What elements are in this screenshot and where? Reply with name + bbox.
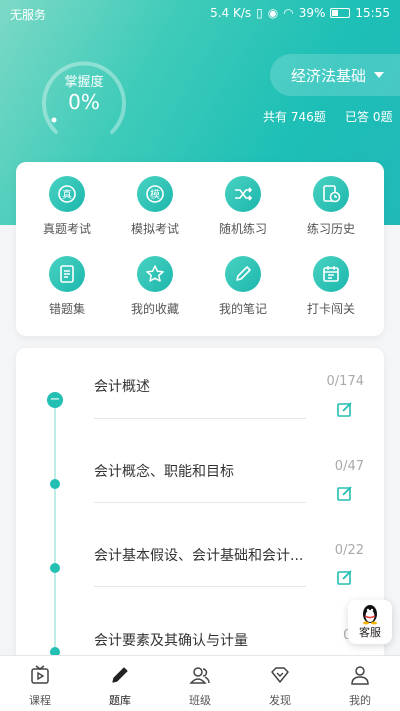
grid-item-favorites[interactable]: 我的收藏 [110,256,200,317]
bottom-tab-bar: 课程 题库 班级 发现 我的 [0,655,400,711]
qq-penguin-icon [363,605,377,625]
grid-label: 我的笔记 [218,302,267,316]
tab-label: 我的 [349,694,371,707]
tab-course[interactable]: 课程 [0,656,80,711]
calendar-icon [313,256,349,292]
timeline-line [54,400,56,668]
tab-label: 题库 [109,694,131,707]
grid-label: 随机练习 [218,222,267,236]
star-icon [137,256,173,292]
grid-item-random-practice[interactable]: 随机练习 [198,176,288,237]
grid-label: 打卡闯关 [306,302,355,316]
group-icon [189,667,210,684]
grid-item-checkin[interactable]: 打卡闯关 [286,256,376,317]
grid-item-practice-history[interactable]: 练习历史 [286,176,376,237]
status-bar: 无服务 5.4 K/s ▯ ◉ ◠ 39% 15:55 [0,0,400,28]
service-label: 客服 [359,626,381,639]
grid-label: 我的收藏 [130,302,179,316]
divider [94,418,306,419]
timeline-node [50,479,60,489]
mastery-label: 掌握度 [64,75,104,90]
tab-label: 班级 [189,694,211,707]
edit-icon[interactable] [336,568,354,586]
battery-icon [330,8,351,18]
battery-percent: 39% [298,6,326,20]
grid-label: 真题考试 [42,222,91,236]
divider [94,502,306,503]
edit-icon[interactable] [336,400,354,418]
timeline-node [50,563,60,573]
divider [94,586,306,587]
user-icon [351,666,369,685]
grid-item-mock-exam[interactable]: 模 模拟考试 [110,176,200,237]
chapter-title[interactable]: 会计基本假设、会计基础和会计... [94,545,306,565]
customer-service-button[interactable]: 客服 [348,600,392,644]
subject-selector[interactable]: 经济法基础 [270,54,400,96]
play-icon [31,665,49,684]
clock: 15:55 [355,6,390,20]
history-icon [313,176,349,212]
network-speed: 5.4 K/s [210,6,252,20]
grid-item-real-exam[interactable]: 真 真题考试 [22,176,112,237]
edit-icon[interactable] [336,484,354,502]
grid-label: 模拟考试 [130,222,179,236]
pen-icon [112,667,128,683]
wifi-icon: ◠ [283,6,294,20]
feature-grid: 真 真题考试 模 模拟考试 随机练习 练习历史 错题集 我的收藏 我的笔记 打卡… [16,162,384,336]
grid-item-wrong-set[interactable]: 错题集 [22,256,112,317]
chapter-title[interactable]: 会计要素及其确认与计量 [94,630,306,650]
chevron-down-icon [374,72,385,78]
diamond-icon [271,667,289,683]
grid-item-notes[interactable]: 我的笔记 [198,256,288,317]
shuffle-icon [225,176,261,212]
eye-icon: ◉ [267,6,279,20]
svg-text:真: 真 [62,188,72,201]
chapter-count: 0/47 [334,459,364,474]
vibrate-icon: ▯ [256,6,263,20]
tab-class[interactable]: 班级 [160,656,240,711]
svg-text:模: 模 [150,189,160,201]
tab-mine[interactable]: 我的 [320,656,400,711]
tab-question-bank[interactable]: 题库 [80,656,160,711]
tab-label: 发现 [269,694,291,707]
wrong-set-icon [49,256,85,292]
pencil-icon [225,256,261,292]
exam-icon: 真 [49,176,85,212]
chapter-count: 0/22 [334,543,364,558]
chapter-count: 0/174 [326,374,364,389]
grid-label: 错题集 [48,302,85,316]
mastery-value: 0% [68,90,100,114]
tab-label: 课程 [29,694,51,707]
chapter-title[interactable]: 会计概述 [94,376,306,396]
total-questions: 共有 746题 [263,110,326,124]
chapter-list: − 会计概述 0/174 会计概念、职能和目标 0/47 会计基本假设、会计基础… [16,348,384,668]
carrier-label: 无服务 [10,8,47,22]
collapse-icon[interactable]: − [47,392,63,408]
tab-discover[interactable]: 发现 [240,656,320,711]
chapter-title[interactable]: 会计概念、职能和目标 [94,461,306,481]
grid-label: 练习历史 [306,222,355,236]
mock-icon: 模 [137,176,173,212]
subject-name: 经济法基础 [291,66,367,85]
answered-questions: 已答 0题 [345,110,393,124]
